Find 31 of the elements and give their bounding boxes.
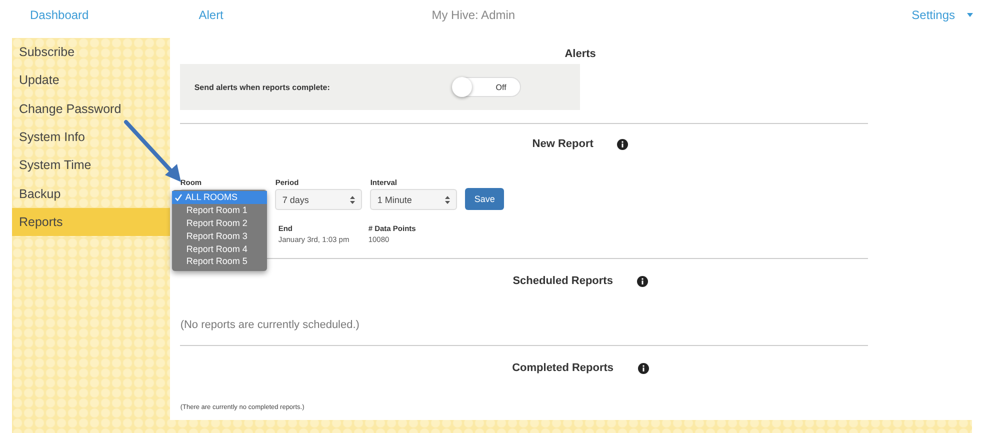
sidebar-item[interactable]: Change Password	[12, 94, 170, 123]
caret-icon	[967, 13, 973, 17]
section-heading: New Report	[532, 138, 594, 150]
dropdown-option[interactable]: Report Room 5	[172, 254, 268, 268]
info-icon[interactable]	[617, 138, 628, 150]
sidebar-item[interactable]: Backup	[12, 179, 170, 208]
sidebar-item[interactable]: Update	[12, 66, 170, 95]
check-icon	[175, 194, 182, 201]
dropdown-option[interactable]: Report Room 4	[172, 242, 268, 255]
save-button[interactable]: Save	[465, 188, 504, 210]
dropdown-option[interactable]: ALL ROOMS	[172, 191, 268, 204]
toggle-switch[interactable]: Off	[453, 77, 522, 97]
sidebar-item[interactable]: System Time	[12, 151, 170, 180]
select-field[interactable]: 1 Minute	[370, 189, 458, 210]
empty-message: (No reports are currently scheduled.)	[180, 319, 360, 331]
section-heading: Scheduled Reports	[512, 275, 613, 287]
info-icon[interactable]	[638, 362, 649, 374]
updown-icon	[445, 196, 450, 204]
dropdown-option[interactable]: Report Room 3	[172, 229, 268, 242]
select-field[interactable]: 7 days	[275, 189, 362, 210]
dropdown-option[interactable]: Report Room 1	[172, 204, 268, 217]
dropdown-option[interactable]: Report Room 2	[172, 216, 268, 230]
sidebar-item[interactable]: System Info	[12, 122, 170, 152]
alert-label: Send alerts when reports complete:	[193, 82, 331, 92]
info-icon[interactable]	[636, 276, 648, 286]
page-title: My Hive: Admin	[430, 8, 516, 22]
sidebar-item[interactable]: Reports	[12, 208, 170, 236]
updown-icon	[350, 196, 356, 204]
section-heading: Alerts	[564, 48, 596, 60]
sidebar-item[interactable]: Subscribe	[12, 38, 170, 66]
section-heading: Completed Reports	[512, 362, 614, 374]
